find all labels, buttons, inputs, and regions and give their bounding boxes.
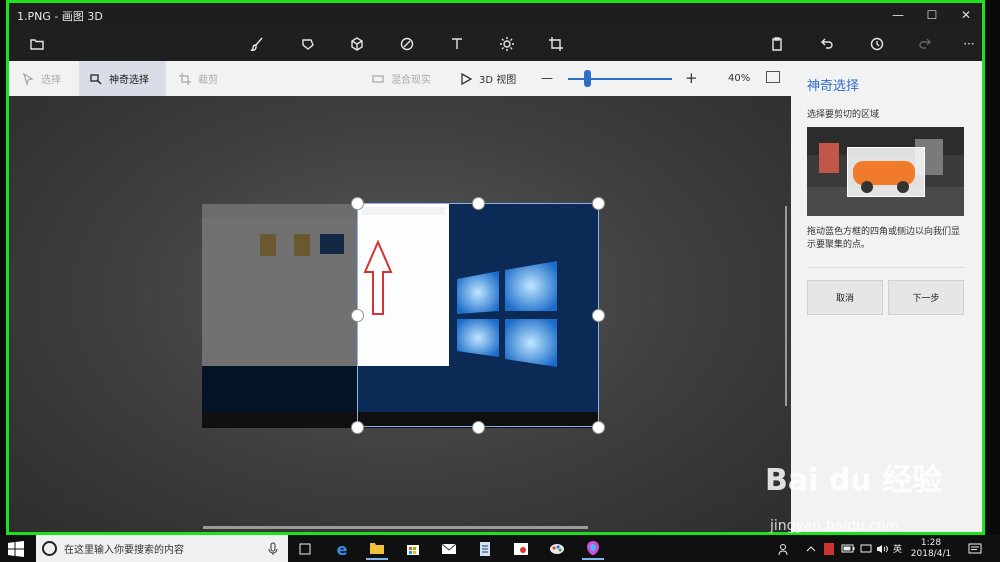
- handle-bottom-middle[interactable]: [472, 421, 485, 434]
- more-icon[interactable]: ···: [959, 34, 979, 54]
- file-explorer-icon[interactable]: [366, 538, 388, 560]
- vertical-scrollbar[interactable]: [785, 206, 787, 406]
- baidu-watermark-site: jingyan.baidu.com: [770, 518, 900, 534]
- canvas-area[interactable]: [9, 96, 791, 532]
- folder-icon[interactable]: [27, 34, 47, 54]
- undo-icon[interactable]: [817, 34, 837, 54]
- search-placeholder: 在这里输入你要搜索的内容: [64, 545, 184, 556]
- handle-bottom-right[interactable]: [592, 421, 605, 434]
- stickers-icon[interactable]: [397, 34, 417, 54]
- handle-middle-right[interactable]: [592, 309, 605, 322]
- screen: 1.PNG - 画图 3D — ☐ ✕ ··· 选择 神奇选择 裁剪 混合现实 …: [0, 0, 1000, 562]
- select-tool[interactable]: 选择: [11, 61, 79, 96]
- close-button[interactable]: ✕: [949, 3, 982, 27]
- notepad-icon[interactable]: [474, 538, 496, 560]
- paint-icon[interactable]: [546, 538, 568, 560]
- zoom-slider-thumb[interactable]: [584, 70, 591, 87]
- redo-icon[interactable]: [915, 34, 935, 54]
- mixed-reality-tool[interactable]: 混合现实: [361, 61, 441, 96]
- image-view-icon[interactable]: [766, 71, 780, 83]
- dim-overlay: [202, 204, 357, 428]
- handle-middle-left[interactable]: [351, 309, 364, 322]
- volume-icon[interactable]: [876, 535, 888, 562]
- clock-time: 1:28: [920, 538, 942, 548]
- battery-icon[interactable]: [841, 535, 855, 562]
- zoom-out-button[interactable]: —: [541, 71, 553, 85]
- magic-select-subbar: 选择 神奇选择 裁剪 混合现实 3D 视图 — + 40%: [9, 61, 791, 96]
- horizontal-scrollbar[interactable]: [203, 526, 588, 529]
- text-icon[interactable]: [447, 34, 467, 54]
- windows-taskbar: 在这里输入你要搜索的内容 e 英 1:28 2018/4/1: [0, 535, 1000, 562]
- taskbar-clock[interactable]: 1:28 2018/4/1: [907, 538, 955, 560]
- snipping-tool-icon[interactable]: [510, 538, 532, 560]
- title-bar: 1.PNG - 画图 3D — ☐ ✕: [9, 3, 982, 27]
- cursor-icon: [22, 72, 34, 86]
- panel-preview-image: [807, 127, 964, 216]
- handle-top-middle[interactable]: [472, 197, 485, 210]
- action-center-icon[interactable]: [968, 535, 982, 562]
- canvas-icon[interactable]: [546, 34, 566, 54]
- handle-top-right[interactable]: [592, 197, 605, 210]
- maximize-button[interactable]: ☐: [915, 3, 949, 27]
- cancel-button[interactable]: 取消: [807, 280, 883, 315]
- 2d-shapes-icon[interactable]: [298, 34, 318, 54]
- paint3d-icon[interactable]: [582, 538, 604, 560]
- mixed-reality-icon: [372, 74, 384, 83]
- history-icon[interactable]: [867, 34, 887, 54]
- mail-icon[interactable]: [438, 538, 460, 560]
- handle-top-left[interactable]: [351, 197, 364, 210]
- microphone-icon[interactable]: [268, 542, 278, 556]
- panel-divider: [807, 267, 964, 268]
- tray-app-icon[interactable]: [824, 535, 834, 562]
- view3d-icon: [461, 72, 473, 85]
- show-hidden-icons-icon[interactable]: [806, 535, 816, 562]
- magic-select-label: 神奇选择: [109, 75, 149, 86]
- windows-start-icon[interactable]: [8, 541, 24, 557]
- network-icon[interactable]: [860, 535, 872, 562]
- handle-bottom-left[interactable]: [351, 421, 364, 434]
- mixed-reality-label: 混合现实: [391, 75, 431, 86]
- view3d-toggle[interactable]: 3D 视图: [449, 61, 529, 96]
- panel-subtitle: 选择要剪切的区域: [807, 110, 880, 120]
- edge-icon[interactable]: e: [331, 538, 353, 560]
- crop-tool[interactable]: 裁剪: [168, 61, 238, 96]
- selection-box[interactable]: [357, 203, 599, 427]
- clock-date: 2018/4/1: [910, 549, 952, 559]
- 3d-shapes-icon[interactable]: [347, 34, 367, 54]
- baidu-watermark-logo: Bai du 经验: [765, 463, 943, 498]
- next-button[interactable]: 下一步: [888, 280, 964, 315]
- panel-title: 神奇选择: [807, 79, 860, 94]
- zoom-in-button[interactable]: +: [685, 69, 698, 87]
- crop-label: 裁剪: [198, 75, 218, 86]
- view3d-label: 3D 视图: [479, 75, 517, 86]
- ime-indicator[interactable]: 英: [893, 535, 902, 562]
- magic-select-icon: [90, 73, 102, 84]
- panel-description: 拖动蓝色方框的四角或侧边以向我们显示要聚集的点。: [807, 227, 961, 250]
- magic-select-tool[interactable]: 神奇选择: [79, 61, 166, 96]
- zoom-percent: 40%: [728, 73, 751, 84]
- window-title: 1.PNG - 画图 3D: [17, 10, 103, 23]
- main-toolbar: ···: [9, 27, 982, 61]
- brush-icon[interactable]: [247, 34, 267, 54]
- task-view-icon[interactable]: [294, 538, 316, 560]
- taskbar-search-box[interactable]: 在这里输入你要搜索的内容: [36, 535, 288, 562]
- cortana-icon: [42, 541, 57, 556]
- crop-icon: [179, 72, 191, 85]
- people-icon[interactable]: [778, 535, 792, 562]
- paste-icon[interactable]: [767, 34, 787, 54]
- effects-icon[interactable]: [497, 34, 517, 54]
- store-icon[interactable]: [402, 538, 424, 560]
- select-label: 选择: [41, 75, 61, 86]
- minimize-button[interactable]: —: [881, 3, 915, 27]
